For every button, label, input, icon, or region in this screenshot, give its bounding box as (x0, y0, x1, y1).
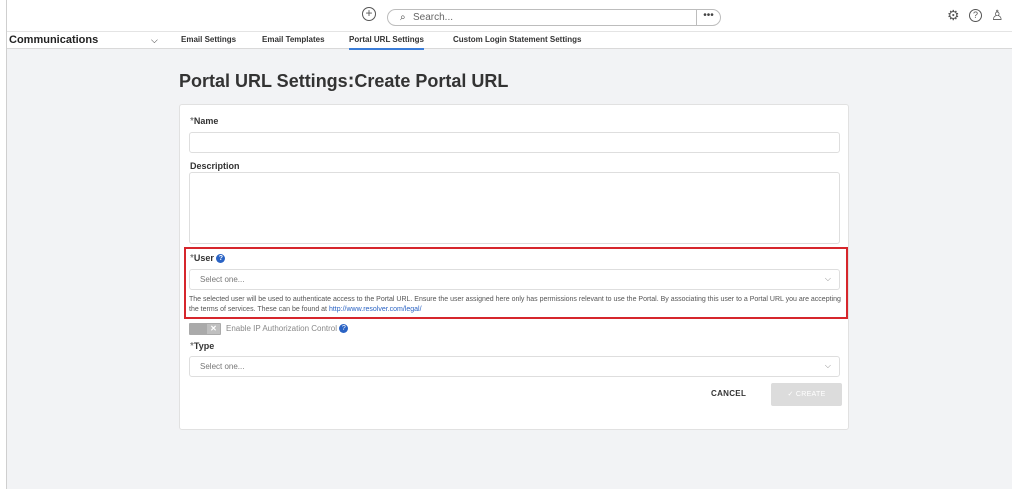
search-box[interactable]: ⌕ Search... ••• (387, 9, 721, 26)
user-select[interactable]: Select one... ⌵ (189, 269, 840, 290)
add-icon[interactable]: + (362, 7, 376, 21)
more-options-button[interactable]: ••• (696, 9, 720, 26)
chevron-down-icon: ⌵ (824, 361, 831, 370)
page-title-main: Portal URL Settings (179, 71, 348, 91)
create-button[interactable]: ✓ CREATE (771, 383, 842, 406)
type-label: *Type (190, 341, 214, 352)
app-frame: + ⌕ Search... ••• ⚙ ? ♙ Communications ⌵… (6, 0, 1012, 489)
question-circle-icon[interactable]: ? (339, 324, 349, 334)
user-label: *User ? (190, 253, 226, 264)
cancel-button[interactable]: CANCEL (711, 389, 746, 398)
user-help-text: The selected user will be used to authen… (189, 295, 844, 315)
create-portal-url-form: *Name Description *User ? Select one... … (179, 104, 849, 430)
user-icon[interactable]: ♙ (991, 8, 1004, 22)
top-bar: + ⌕ Search... ••• ⚙ ? ♙ (7, 0, 1012, 32)
tab-portal-url-settings[interactable]: Portal URL Settings (349, 32, 424, 50)
name-label-text: Name (193, 116, 219, 126)
tab-email-templates[interactable]: Email Templates (262, 32, 325, 48)
user-select-placeholder: Select one... (200, 275, 245, 284)
description-textarea[interactable] (189, 172, 840, 244)
chevron-down-icon[interactable]: ⌵ (151, 33, 158, 47)
type-select-placeholder: Select one... (200, 362, 245, 371)
page-title-sub: Create Portal URL (354, 71, 509, 91)
help-icon[interactable]: ? (969, 9, 982, 22)
ip-authorization-toggle[interactable]: ✕ (189, 323, 221, 335)
user-help-body: The selected user will be used to authen… (189, 296, 841, 313)
type-label-text: Type (193, 341, 215, 351)
name-input[interactable] (189, 132, 840, 153)
nav-bar: Communications ⌵ Email Settings Email Te… (7, 32, 1012, 50)
type-select[interactable]: Select one... ⌵ (189, 356, 840, 377)
page-title: Portal URL Settings:Create Portal URL (179, 70, 508, 93)
ip-authorization-label-text: Enable IP Authorization Control (226, 324, 338, 333)
tab-custom-login-statement-settings[interactable]: Custom Login Statement Settings (453, 32, 581, 48)
close-icon: ✕ (207, 324, 220, 334)
search-icon: ⌕ (400, 12, 406, 23)
ip-authorization-label: Enable IP Authorization Control ? (226, 324, 349, 334)
search-input[interactable]: Search... (413, 12, 453, 23)
question-circle-icon[interactable]: ? (216, 254, 226, 264)
settings-icon[interactable]: ⚙ (947, 8, 960, 22)
app-title[interactable]: Communications (9, 32, 98, 48)
legal-link[interactable]: http://www.resolver.com/legal/ (329, 306, 422, 313)
tab-email-settings[interactable]: Email Settings (181, 32, 236, 48)
user-label-text: User (193, 253, 214, 263)
name-label: *Name (190, 116, 218, 127)
description-label: Description (190, 161, 240, 171)
chevron-down-icon: ⌵ (824, 274, 831, 283)
